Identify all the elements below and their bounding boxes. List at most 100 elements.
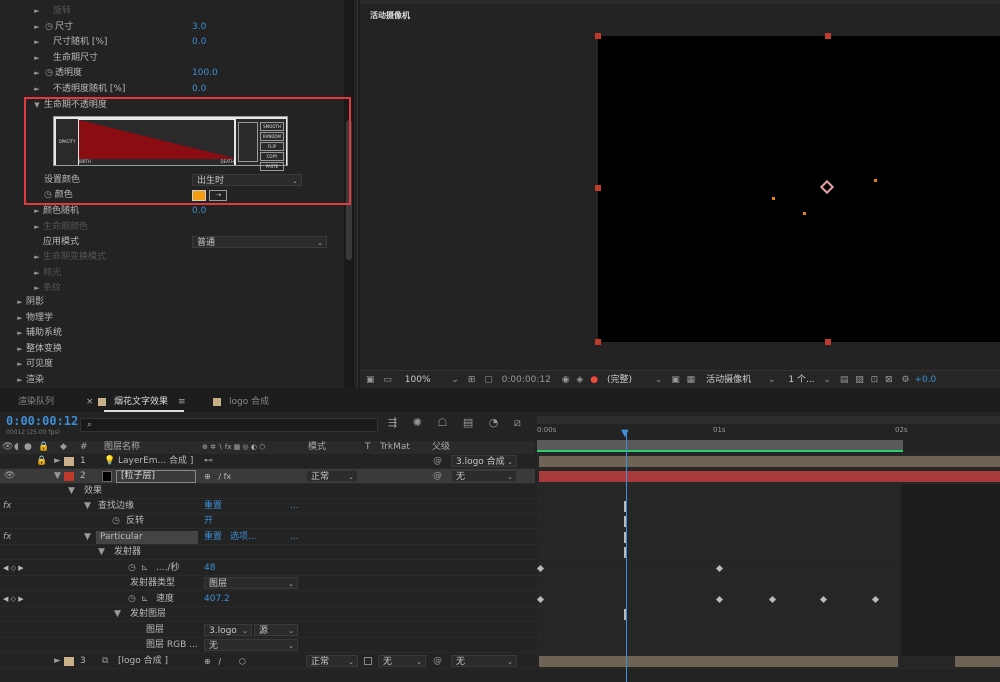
expand-right-icon[interactable]: ►	[16, 311, 24, 326]
effect-property-value[interactable]: 0.0	[192, 204, 206, 219]
timeline-row[interactable]: ▼ 效果	[0, 484, 535, 499]
timeline-row[interactable]: ◀ ◇ ▶ ◷ ⊾ 速度 407.2	[0, 592, 535, 607]
expand-right-icon[interactable]: ►	[33, 35, 41, 50]
blend-mode-dropdown[interactable]: 正常 ⌄	[306, 470, 358, 482]
expand-right-icon[interactable]: ►	[16, 342, 24, 357]
fast-previews-icon[interactable]: ▧	[855, 371, 864, 389]
bounding-handle[interactable]	[595, 33, 601, 39]
expand-right-icon[interactable]: ►	[33, 204, 41, 219]
layer-duration-bar[interactable]	[539, 456, 1000, 467]
expand-right-icon[interactable]: ►	[33, 82, 41, 97]
expand-right-icon[interactable]: ►	[16, 295, 24, 310]
keyframe-icon[interactable]	[536, 595, 545, 604]
keyframe-navigator[interactable]: ◀ ◇ ▶	[3, 592, 24, 607]
more-link[interactable]: ...	[290, 530, 299, 545]
layer-name[interactable]: [logo 合成 ]	[118, 654, 168, 669]
stopwatch-icon[interactable]: ◷	[128, 561, 136, 576]
reset-link[interactable]: 重置	[204, 499, 222, 514]
timeline-row[interactable]: 图层 3.logo ⌄ 源 ⌄	[0, 623, 535, 638]
timeline-row[interactable]: ▼ 发射图层	[0, 607, 535, 622]
effect-property-row[interactable]: ► 生命期颜色	[33, 220, 88, 235]
blend-mode-dropdown[interactable]: 普通 ⌄	[192, 236, 327, 248]
eye-icon[interactable]: 👁	[2, 441, 13, 454]
parent-dropdown[interactable]: 3.logo 合成 ⌄	[451, 455, 517, 467]
expand-right-icon[interactable]: ►	[54, 454, 61, 469]
comp-mini-flowchart-icon[interactable]: ⇶	[388, 416, 397, 429]
emitter-type-dropdown[interactable]: 图层 ⌄	[204, 577, 298, 589]
timeline-row[interactable]: fx ▼ 查找边缘 重置...	[0, 499, 535, 514]
playhead-marker[interactable]: ▼	[621, 428, 629, 439]
stopwatch-icon[interactable]: ◷	[43, 20, 55, 35]
col-mode[interactable]: 模式	[308, 441, 326, 454]
graph-editor-icon[interactable]: ⧄	[514, 416, 521, 430]
exposure-value[interactable]: +0.0	[914, 375, 936, 385]
label-color-chip[interactable]	[64, 472, 74, 481]
expand-right-icon[interactable]: ►	[33, 51, 41, 66]
layer-duration-bar[interactable]	[539, 656, 898, 667]
effect-group-row[interactable]: ► 可见度	[16, 357, 53, 372]
solo-icon[interactable]: ●	[24, 441, 32, 454]
expand-right-icon[interactable]: ►	[33, 250, 41, 265]
track-row[interactable]	[537, 654, 1000, 669]
mask-icon[interactable]: ▢	[484, 371, 493, 389]
graph-icon[interactable]: ⊾	[141, 592, 149, 607]
safe-margins-icon[interactable]: ⊞	[468, 371, 476, 389]
3d-renderer-icon[interactable]: ⊠	[885, 371, 893, 389]
always-preview-icon[interactable]: ▣	[366, 371, 375, 389]
views-count-dropdown[interactable]: 1 个...	[788, 375, 814, 385]
set-color-dropdown[interactable]: 出生时 ⌄	[192, 174, 302, 186]
tab-fireworks-comp[interactable]: 烟花文字效果	[114, 392, 168, 412]
stopwatch-icon[interactable]: ◷	[44, 188, 52, 203]
shy-switch-icon[interactable]: ⊷	[204, 454, 213, 469]
shy-icon[interactable]: ☖	[437, 416, 447, 429]
close-icon[interactable]: ×	[86, 392, 94, 412]
parent-dropdown[interactable]: 无 ⌄	[451, 470, 517, 482]
trkmat-dropdown[interactable]: 无 ⌄	[378, 655, 426, 667]
expand-down-icon[interactable]: ▼	[84, 530, 91, 545]
expand-down-icon[interactable]: ▼	[114, 607, 121, 622]
fx-icon[interactable]: fx	[3, 499, 12, 514]
tab-menu-icon[interactable]: ≡	[178, 392, 186, 412]
bounding-handle[interactable]	[825, 339, 831, 345]
curve-preset-button[interactable]: PASTE	[260, 162, 284, 171]
timeline-row[interactable]: 图层 RGB ... 无 ⌄	[0, 638, 535, 653]
reset-link[interactable]: 重置	[204, 530, 222, 545]
chevron-down-icon[interactable]: ⌄	[823, 371, 831, 389]
layer-source-dropdown[interactable]: 源 ⌄	[254, 624, 298, 636]
draft-3d-icon[interactable]: ✺	[413, 416, 422, 429]
track-row[interactable]	[537, 469, 1000, 484]
effect-property-row[interactable]: ► 生命期尺寸	[33, 51, 98, 66]
col-trkmat[interactable]: TrkMat	[380, 441, 410, 454]
keyframe-icon[interactable]	[871, 595, 880, 604]
layer-rgb-dropdown[interactable]: 无 ⌄	[204, 639, 298, 651]
keyframe-icon[interactable]	[715, 595, 724, 604]
motion-blur-icon[interactable]: ◔	[489, 416, 499, 429]
bounding-handle[interactable]	[595, 185, 601, 191]
timeline-row[interactable]: 发射器类型 图层 ⌄	[0, 576, 535, 591]
layer-duration-bar[interactable]	[539, 471, 1000, 482]
toggle-pixel-icon[interactable]: ▤	[840, 371, 849, 389]
audio-icon[interactable]: ◖	[14, 441, 19, 454]
expand-right-icon[interactable]: ►	[33, 220, 41, 235]
effect-property-row[interactable]: ► 颜色随机	[33, 204, 79, 219]
timeline-row[interactable]: fx ▼ Particular 重置 选项......	[0, 530, 535, 545]
curve-preset-button[interactable]: COPY	[260, 152, 284, 161]
expand-right-icon[interactable]: ►	[16, 373, 24, 388]
comp-canvas[interactable]	[598, 36, 1000, 342]
view-dropdown[interactable]: 活动摄像机	[706, 375, 751, 385]
timeline-row[interactable]: ▼ 发射器	[0, 545, 535, 560]
col-layer-name[interactable]: 图层名称	[104, 441, 140, 454]
stopwatch-icon[interactable]: ◷	[128, 592, 136, 607]
snapshot-icon[interactable]: ◉	[562, 371, 570, 389]
zoom-dropdown[interactable]: 100%	[405, 375, 431, 385]
timeline-row[interactable]: ► 3 ⧉ [logo 合成 ] ⊕ ∕ ⬡ 正常 ⌄ 无 ⌄ @ 无 ⌄	[0, 654, 535, 669]
expand-right-icon[interactable]: ►	[33, 281, 41, 296]
keyframe-navigator[interactable]: ◀ ◇ ▶	[3, 561, 24, 576]
invert-value[interactable]: 开	[204, 514, 213, 529]
curve-preset-button[interactable]: FLIP	[260, 142, 284, 151]
effect-group-row[interactable]: ► 物理学	[16, 311, 53, 326]
timeline-row[interactable]: ◷ 反转 开	[0, 514, 535, 529]
layer-search-input[interactable]: ⌕	[80, 418, 378, 432]
effect-property-row[interactable]: ► ◷ 尺寸	[33, 20, 73, 35]
expand-right-icon[interactable]: ►	[16, 357, 24, 372]
